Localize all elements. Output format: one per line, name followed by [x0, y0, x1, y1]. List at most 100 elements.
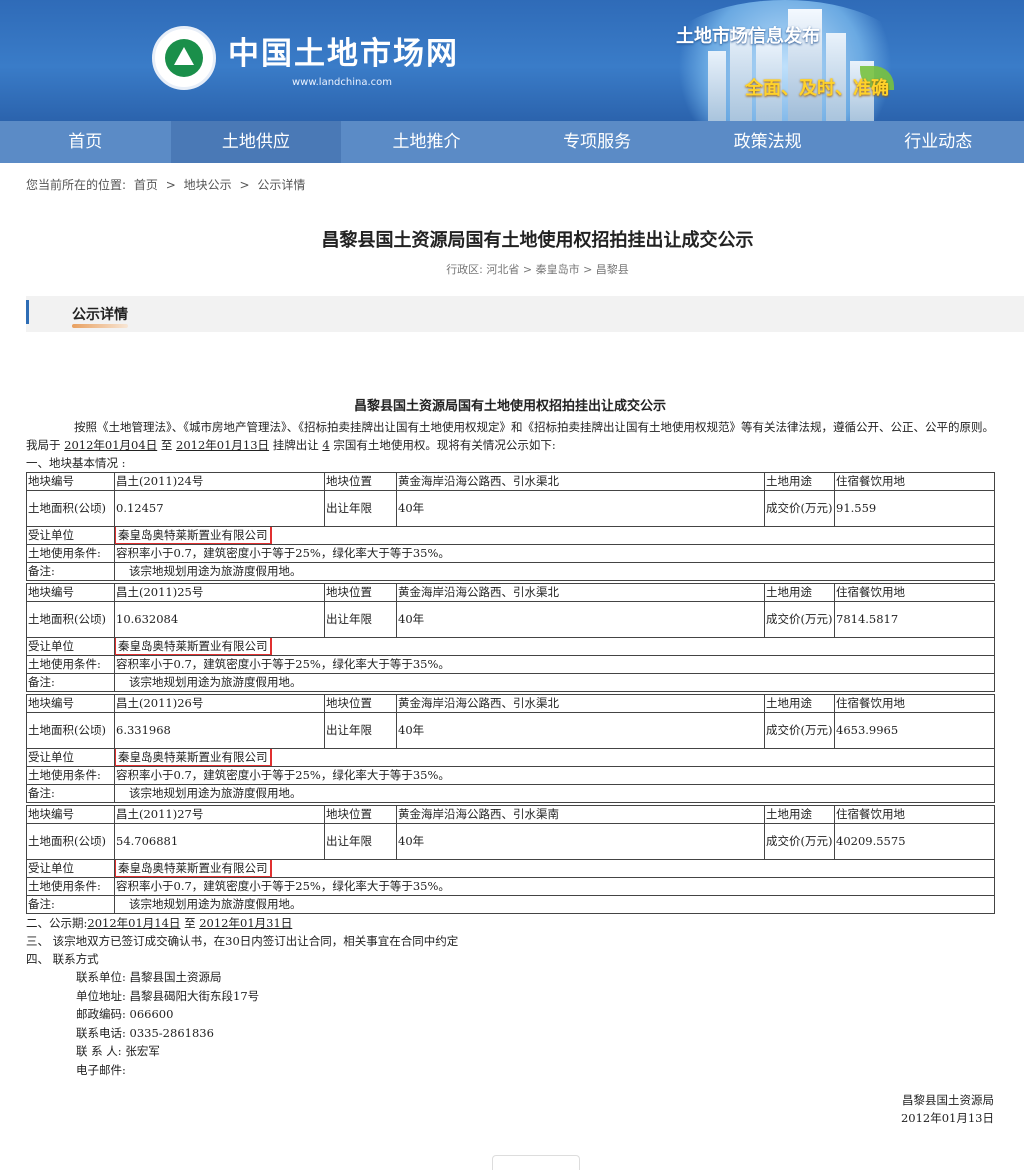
nav-industry-news[interactable]: 行业动态 — [853, 121, 1024, 163]
section-title: 公示详情 — [72, 307, 128, 323]
intro-paragraph: 按照《土地管理法》、《城市房地产管理法》、《招标拍卖挂牌出让国有土地使用权规定》… — [26, 420, 994, 452]
contact-info: 联系单位: 昌黎县国土资源局 单位地址: 昌黎县碣阳大街东段17号 邮政编码: … — [26, 968, 994, 1079]
label-plot-id: 地块编号 — [26, 583, 115, 602]
plot-conditions: 容积率小于0.7，建筑密度小于等于25%，绿化率大于等于35%。 — [114, 544, 995, 563]
plot-price: 4653.9965 — [834, 712, 995, 749]
label-land-use: 土地用途 — [764, 805, 835, 824]
plot-count: 4 — [322, 438, 330, 452]
nav-land-supply[interactable]: 土地供应 — [170, 121, 342, 163]
bottom-tab[interactable] — [492, 1155, 580, 1170]
plot-area: 6.331968 — [114, 712, 325, 749]
plot-table: 地块编号 昌土(2011)26号 地块位置 黄金海岸沿海公路西、引水渠北 土地用途 住宿餐… — [26, 694, 995, 803]
nav-special-services[interactable]: 专项服务 — [512, 121, 683, 163]
contact-unit: 联系单位: 昌黎县国土资源局 — [76, 970, 222, 984]
main-nav: 首页 土地供应 土地推介 专项服务 政策法规 行业动态 — [0, 121, 1024, 163]
plot-area: 10.632084 — [114, 601, 325, 638]
listing-end-date: 2012年01月13日 — [176, 438, 270, 452]
label-price: 成交价(万元) — [764, 823, 835, 860]
plot-land-use: 住宿餐饮用地 — [834, 472, 995, 491]
label-winner: 受让单位 — [26, 637, 115, 656]
plot-location: 黄金海岸沿海公路西、引水渠南 — [396, 805, 765, 824]
label-area: 土地面积(公顷) — [26, 712, 115, 749]
label-term: 出让年限 — [324, 823, 397, 860]
label-remark: 备注: — [26, 895, 115, 914]
breadcrumb-separator: > — [239, 178, 250, 192]
section-4-heading: 四、 联系方式 — [26, 952, 99, 966]
nav-home[interactable]: 首页 — [0, 121, 171, 163]
plot-conditions: 容积率小于0.7，建筑密度小于等于25%，绿化率大于等于35%。 — [114, 655, 995, 674]
breadcrumb-home[interactable]: 首页 — [134, 178, 158, 192]
winner-highlight: 秦皇岛奥特莱斯置业有限公司 — [115, 749, 272, 766]
plot-remark: 该宗地规划用途为旅游度假用地。 — [114, 895, 995, 914]
nav-land-promotion[interactable]: 土地推介 — [341, 121, 512, 163]
plot-land-use: 住宿餐饮用地 — [834, 805, 995, 824]
label-plot-id: 地块编号 — [26, 694, 115, 713]
header-banner-image — [660, 0, 910, 121]
label-winner: 受让单位 — [26, 748, 115, 767]
plot-price: 91.559 — [834, 490, 995, 527]
plot-table: 地块编号 昌土(2011)25号 地块位置 黄金海岸沿海公路西、引水渠北 土地用途 住宿餐… — [26, 583, 995, 692]
plot-term: 40年 — [396, 601, 765, 638]
site-header: 中国土地市场网 www.landchina.com 土地市场信息发布 全面、及时… — [0, 0, 1024, 121]
label-land-use: 土地用途 — [764, 694, 835, 713]
section-underline — [72, 324, 128, 328]
plot-remark: 该宗地规划用途为旅游度假用地。 — [114, 673, 995, 692]
plot-area: 0.12457 — [114, 490, 325, 527]
plot-id: 昌土(2011)24号 — [114, 472, 325, 491]
label-area: 土地面积(公顷) — [26, 601, 115, 638]
plot-location: 黄金海岸沿海公路西、引水渠北 — [396, 472, 765, 491]
banner-title: 土地市场信息发布 — [676, 26, 820, 47]
publicity-period: 二、公示期:2012年01月14日 至 2012年01月31日 — [26, 916, 293, 930]
plot-id: 昌土(2011)25号 — [114, 583, 325, 602]
site-name[interactable]: 中国土地市场网 — [228, 28, 459, 73]
label-winner: 受让单位 — [26, 526, 115, 545]
plot-conditions: 容积率小于0.7，建筑密度小于等于25%，绿化率大于等于35%。 — [114, 766, 995, 785]
plot-location: 黄金海岸沿海公路西、引水渠北 — [396, 583, 765, 602]
label-land-use: 土地用途 — [764, 583, 835, 602]
breadcrumb-prefix: 您当前所在的位置: — [26, 178, 127, 192]
page-title: 昌黎县国土资源局国有土地使用权招拍挂出让成交公示 — [321, 230, 754, 251]
plot-id: 昌土(2011)27号 — [114, 805, 325, 824]
label-conditions: 土地使用条件: — [26, 766, 115, 785]
plot-table: 地块编号 昌土(2011)24号 地块位置 黄金海岸沿海公路西、引水渠北 土地用途 住宿餐… — [26, 472, 995, 581]
breadcrumb-notices[interactable]: 地块公示 — [184, 178, 232, 192]
label-conditions: 土地使用条件: — [26, 655, 115, 674]
plot-term: 40年 — [396, 823, 765, 860]
plots-container: 地块编号 昌土(2011)24号 地块位置 黄金海岸沿海公路西、引水渠北 土地用途 住宿餐… — [26, 472, 995, 914]
section-accent — [26, 300, 29, 324]
contact-postcode: 邮政编码: 066600 — [76, 1007, 174, 1021]
notice-document: 昌黎县国土资源局国有土地使用权招拍挂出让成交公示 按照《土地管理法》、《城市房地… — [26, 396, 995, 1127]
section-header: 公示详情 — [26, 296, 1024, 332]
label-area: 土地面积(公顷) — [26, 823, 115, 860]
label-location: 地块位置 — [324, 472, 397, 491]
section-1-heading: 一、地块基本情况 : — [26, 456, 126, 470]
nav-policies[interactable]: 政策法规 — [682, 121, 853, 163]
label-location: 地块位置 — [324, 694, 397, 713]
label-price: 成交价(万元) — [764, 712, 835, 749]
contact-person: 联 系 人: 张宏军 — [76, 1044, 160, 1058]
plot-land-use: 住宿餐饮用地 — [834, 694, 995, 713]
label-term: 出让年限 — [324, 712, 397, 749]
label-plot-id: 地块编号 — [26, 805, 115, 824]
plot-price: 7814.5817 — [834, 601, 995, 638]
breadcrumb-separator: > — [165, 178, 176, 192]
winner-highlight: 秦皇岛奥特莱斯置业有限公司 — [115, 860, 272, 877]
plot-remark: 该宗地规划用途为旅游度假用地。 — [114, 784, 995, 803]
plot-table: 地块编号 昌土(2011)27号 地块位置 黄金海岸沿海公路西、引水渠南 土地用途 住宿餐… — [26, 805, 995, 914]
label-term: 出让年限 — [324, 490, 397, 527]
plot-term: 40年 — [396, 712, 765, 749]
label-conditions: 土地使用条件: — [26, 877, 115, 896]
signature-date: 2012年01月13日 — [900, 1111, 994, 1125]
plot-price: 40209.5575 — [834, 823, 995, 860]
site-logo-icon[interactable] — [152, 26, 216, 90]
plot-id: 昌土(2011)26号 — [114, 694, 325, 713]
winner-highlight: 秦皇岛奥特莱斯置业有限公司 — [115, 527, 272, 544]
signature-org: 昌黎县国土资源局 — [902, 1093, 994, 1107]
document-title: 昌黎县国土资源局国有土地使用权招拍挂出让成交公示 — [353, 399, 666, 414]
label-plot-id: 地块编号 — [26, 472, 115, 491]
label-price: 成交价(万元) — [764, 490, 835, 527]
listing-start-date: 2012年01月04日 — [64, 438, 158, 452]
contact-phone: 联系电话: 0335-2861836 — [76, 1025, 214, 1040]
contact-address: 单位地址: 昌黎县碣阳大街东段17号 — [76, 988, 260, 1003]
contact-email: 电子邮件: — [76, 1062, 126, 1077]
